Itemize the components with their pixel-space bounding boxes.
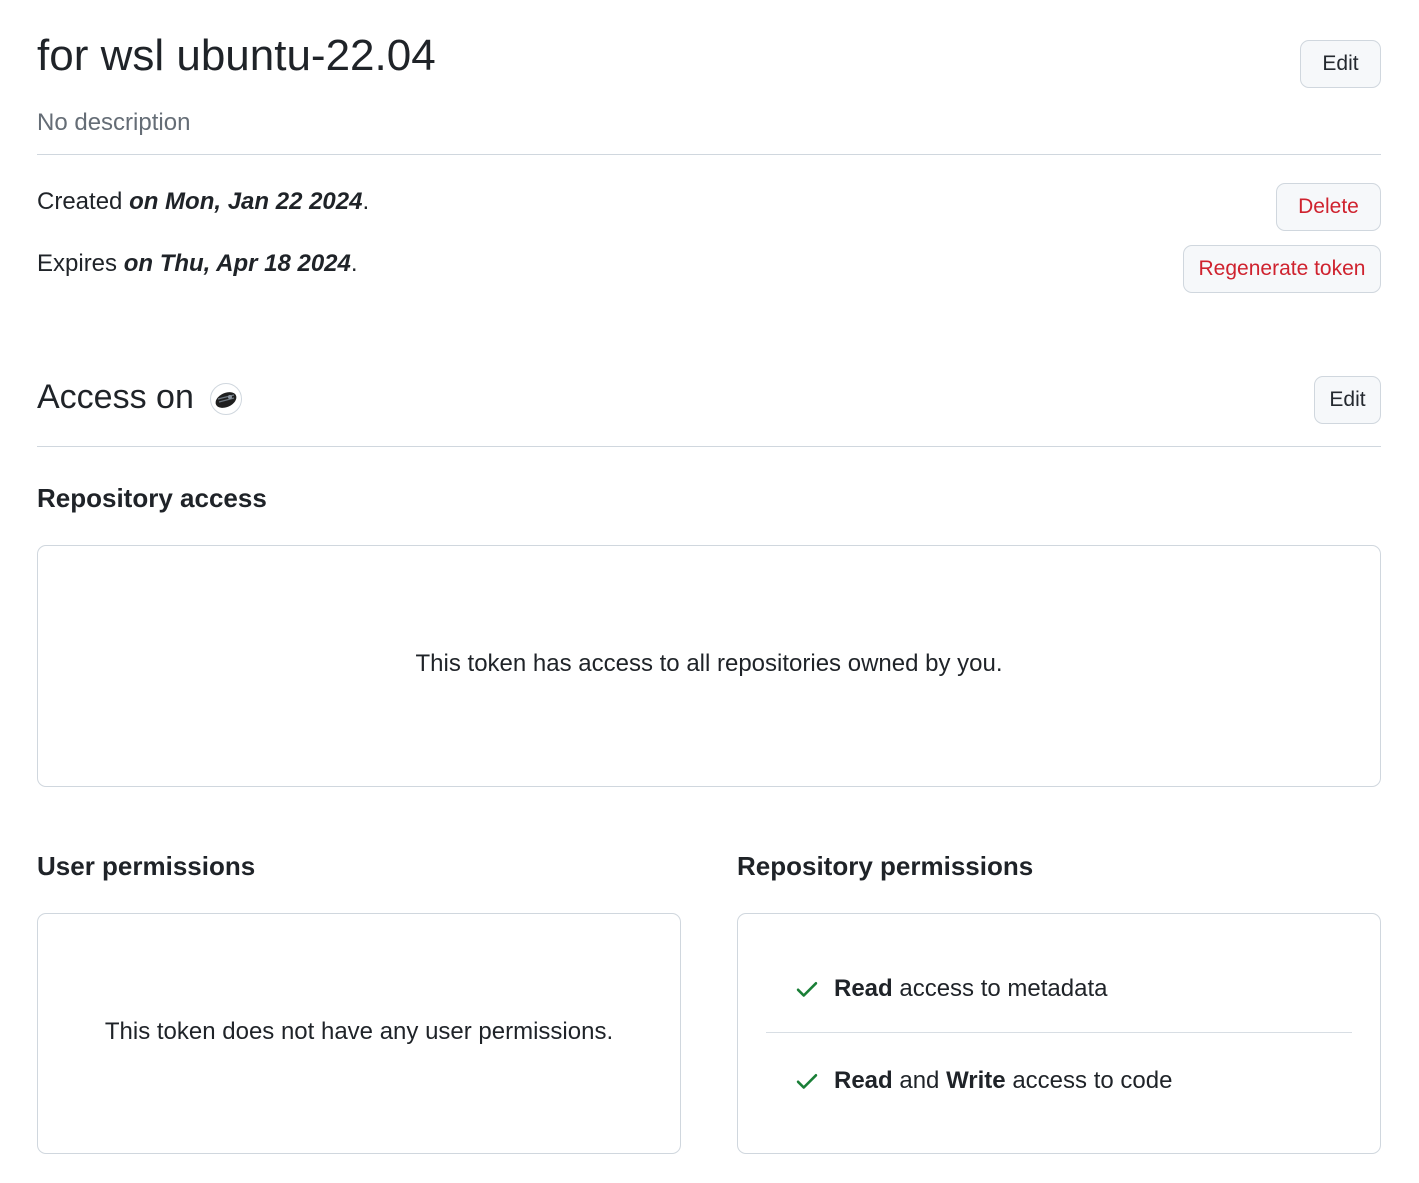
expires-value: on Thu, Apr 18 2024 [123, 250, 351, 277]
repository-access-message: This token has access to all repositorie… [415, 650, 1003, 677]
permission-text: Read access to metadata [834, 972, 1107, 1006]
check-icon [796, 1074, 818, 1089]
created-period: . [362, 188, 370, 215]
check-icon [796, 982, 818, 997]
edit-access-button[interactable]: Edit [1314, 376, 1381, 424]
permission-text: Read and Write access to code [834, 1064, 1172, 1098]
permission-scope: access to metadata [892, 975, 1108, 1002]
permission-level-write: Write [946, 1067, 1006, 1094]
access-divider [37, 446, 1381, 447]
permission-divider [766, 1032, 1352, 1033]
created-value: on Mon, Jan 22 2024 [129, 188, 363, 215]
regenerate-token-button[interactable]: Regenerate token [1183, 245, 1381, 293]
created-prefix: Created [37, 188, 130, 215]
delete-button[interactable]: Delete [1276, 183, 1381, 231]
access-heading-label: Access on [37, 378, 194, 416]
owner-avatar-icon [209, 383, 242, 415]
user-permissions-message: This token does not have any user permis… [104, 1018, 614, 1045]
repository-permissions-heading: Repository permissions [737, 851, 1034, 881]
permission-item: Read access to metadata [794, 972, 1107, 1006]
permission-level: Read [834, 975, 893, 1002]
edit-token-button[interactable]: Edit [1300, 40, 1381, 88]
repository-access-heading: Repository access [37, 483, 267, 513]
permission-scope: access to code [1005, 1067, 1173, 1094]
expires-date: Expires on Thu, Apr 18 2024. [37, 247, 358, 281]
user-permissions-box: This token does not have any user permis… [37, 913, 681, 1154]
token-title: for wsl ubuntu-22.04 [37, 31, 436, 80]
permission-level-read: Read [834, 1067, 893, 1094]
expires-prefix: Expires [37, 250, 124, 277]
created-date: Created on Mon, Jan 22 2024. [37, 185, 369, 219]
user-permissions-heading: User permissions [37, 851, 256, 881]
repository-permissions-box: Read access to metadata Read and Write a… [737, 913, 1381, 1154]
permission-item: Read and Write access to code [794, 1064, 1172, 1098]
token-description: No description [37, 109, 191, 136]
expires-period: . [350, 250, 358, 277]
permission-joiner: and [892, 1067, 947, 1094]
access-heading: Access on [37, 373, 242, 421]
repository-access-box: This token has access to all repositorie… [37, 545, 1381, 787]
header-divider [37, 154, 1381, 155]
token-detail-page: for wsl ubuntu-22.04 Edit No description… [0, 0, 1419, 1183]
avatar-image [215, 392, 237, 408]
